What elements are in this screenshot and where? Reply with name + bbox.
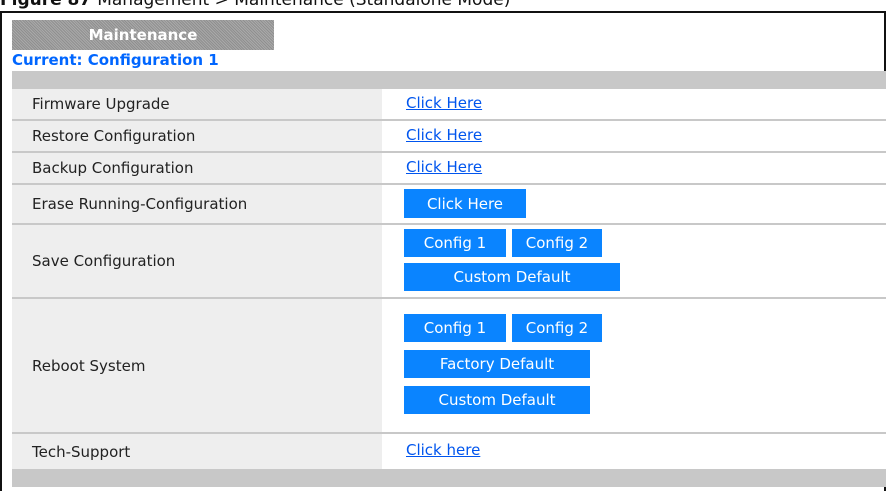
restore-configuration-link[interactable]: Click Here — [406, 126, 482, 144]
row-label: Backup Configuration — [12, 153, 382, 183]
row-label: Restore Configuration — [12, 121, 382, 151]
panel-title: Maintenance — [12, 20, 274, 50]
table-footer-bar — [12, 469, 886, 487]
row-value: Click Here — [386, 153, 886, 183]
reboot-factory-default-button[interactable]: Factory Default — [404, 350, 590, 378]
row-label: Reboot System — [12, 299, 382, 432]
row-value: Click Here — [386, 121, 886, 151]
row-firmware-upgrade: Firmware Upgrade Click Here — [12, 89, 886, 119]
row-tech-support: Tech-Support Click here — [12, 434, 886, 469]
row-value: Click Here — [386, 89, 886, 119]
table-header-bar — [12, 71, 886, 89]
reboot-custom-default-button[interactable]: Custom Default — [404, 386, 590, 414]
tech-support-link[interactable]: Click here — [406, 441, 480, 459]
row-restore-configuration: Restore Configuration Click Here — [12, 121, 886, 151]
figure-title: Management > Maintenance (Standalone Mod… — [97, 0, 511, 10]
reboot-config-2-button[interactable]: Config 2 — [512, 314, 602, 342]
save-config-2-button[interactable]: Config 2 — [512, 229, 602, 257]
current-configuration: Current: Configuration 1 — [12, 51, 219, 69]
row-label: Save Configuration — [12, 225, 382, 297]
row-value: Click Here — [386, 185, 886, 223]
row-save-configuration: Save Configuration Config 1 Config 2 Cus… — [12, 225, 886, 297]
row-label: Tech-Support — [12, 434, 382, 469]
row-reboot-system: Reboot System Config 1 Config 2 Factory … — [12, 299, 886, 432]
row-value: Config 1 Config 2 Factory Default Custom… — [386, 299, 886, 432]
figure-caption: Figure 87 Management > Maintenance (Stand… — [0, 0, 890, 9]
backup-configuration-link[interactable]: Click Here — [406, 158, 482, 176]
firmware-upgrade-link[interactable]: Click Here — [406, 94, 482, 112]
reboot-config-1-button[interactable]: Config 1 — [404, 314, 506, 342]
row-value: Config 1 Config 2 Custom Default — [386, 225, 886, 297]
row-value: Click here — [386, 434, 886, 469]
save-custom-default-button[interactable]: Custom Default — [404, 263, 620, 291]
row-erase-running-configuration: Erase Running-Configuration Click Here — [12, 185, 886, 223]
figure-number: Figure 87 — [0, 0, 92, 10]
row-backup-configuration: Backup Configuration Click Here — [12, 153, 886, 183]
erase-running-configuration-button[interactable]: Click Here — [404, 189, 526, 218]
row-label: Erase Running-Configuration — [12, 185, 382, 223]
row-label: Firmware Upgrade — [12, 89, 382, 119]
save-config-1-button[interactable]: Config 1 — [404, 229, 506, 257]
